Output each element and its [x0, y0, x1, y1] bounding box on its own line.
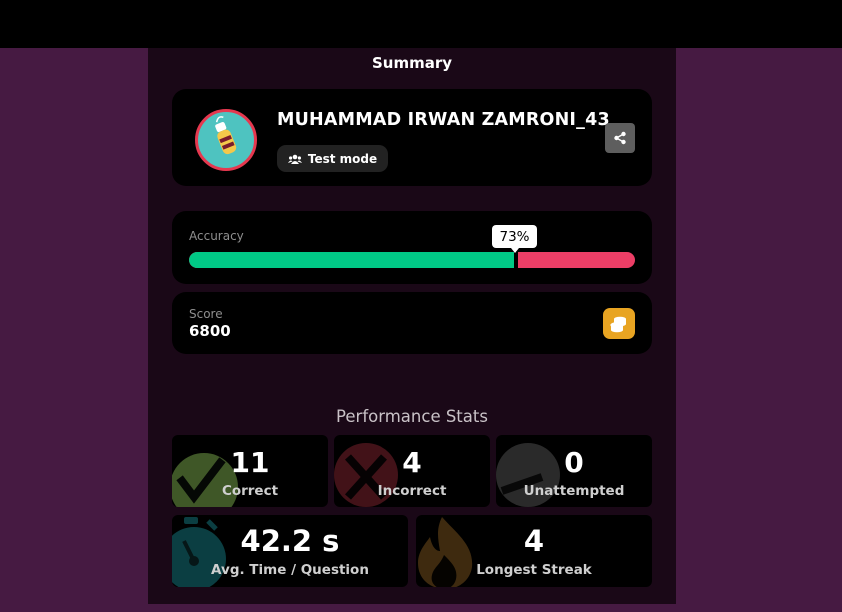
- avg-time-value: 42.2 s: [240, 524, 340, 558]
- avatar: [195, 109, 257, 171]
- stat-incorrect: 4 Incorrect: [334, 435, 490, 507]
- score-label: Score: [189, 307, 223, 321]
- score-value: 6800: [189, 322, 231, 340]
- username: MUHAMMAD IRWAN ZAMRONI_43: [277, 110, 610, 130]
- top-bar: [0, 0, 842, 48]
- score-card: [172, 292, 652, 354]
- coins-button[interactable]: [603, 308, 635, 339]
- summary-title: Summary: [371, 54, 453, 72]
- stat-longest-streak: 4 Longest Streak: [416, 515, 652, 587]
- performance-stats-title: Performance Stats: [336, 407, 488, 426]
- correct-count: 11: [230, 446, 270, 479]
- incorrect-count: 4: [402, 446, 422, 479]
- coins-icon: [610, 316, 626, 332]
- unattempted-label: Unattempted: [523, 483, 625, 499]
- accuracy-bar: [189, 252, 635, 268]
- mode-label: Test mode: [307, 151, 378, 166]
- incorrect-label: Incorrect: [377, 483, 447, 499]
- test-mode-badge: Test mode: [277, 145, 388, 172]
- stat-avg-time: 42.2 s Avg. Time / Question: [172, 515, 408, 587]
- share-icon: [614, 131, 626, 145]
- accuracy-marker: [514, 250, 518, 270]
- share-button[interactable]: [605, 123, 635, 153]
- accuracy-card: [172, 211, 652, 284]
- correct-label: Correct: [221, 483, 279, 499]
- stat-unattempted: 0 Unattempted: [496, 435, 652, 507]
- longest-streak-value: 4: [523, 524, 545, 558]
- avg-time-label: Avg. Time / Question: [211, 562, 369, 578]
- users-icon: [287, 154, 302, 164]
- unattempted-count: 0: [564, 446, 584, 479]
- stat-correct: 11 Correct: [172, 435, 328, 507]
- accuracy-percent-tooltip: 73%: [492, 225, 537, 253]
- accuracy-label: Accuracy: [189, 229, 244, 243]
- longest-streak-label: Longest Streak: [476, 562, 592, 578]
- accuracy-bar-fill: [189, 252, 515, 268]
